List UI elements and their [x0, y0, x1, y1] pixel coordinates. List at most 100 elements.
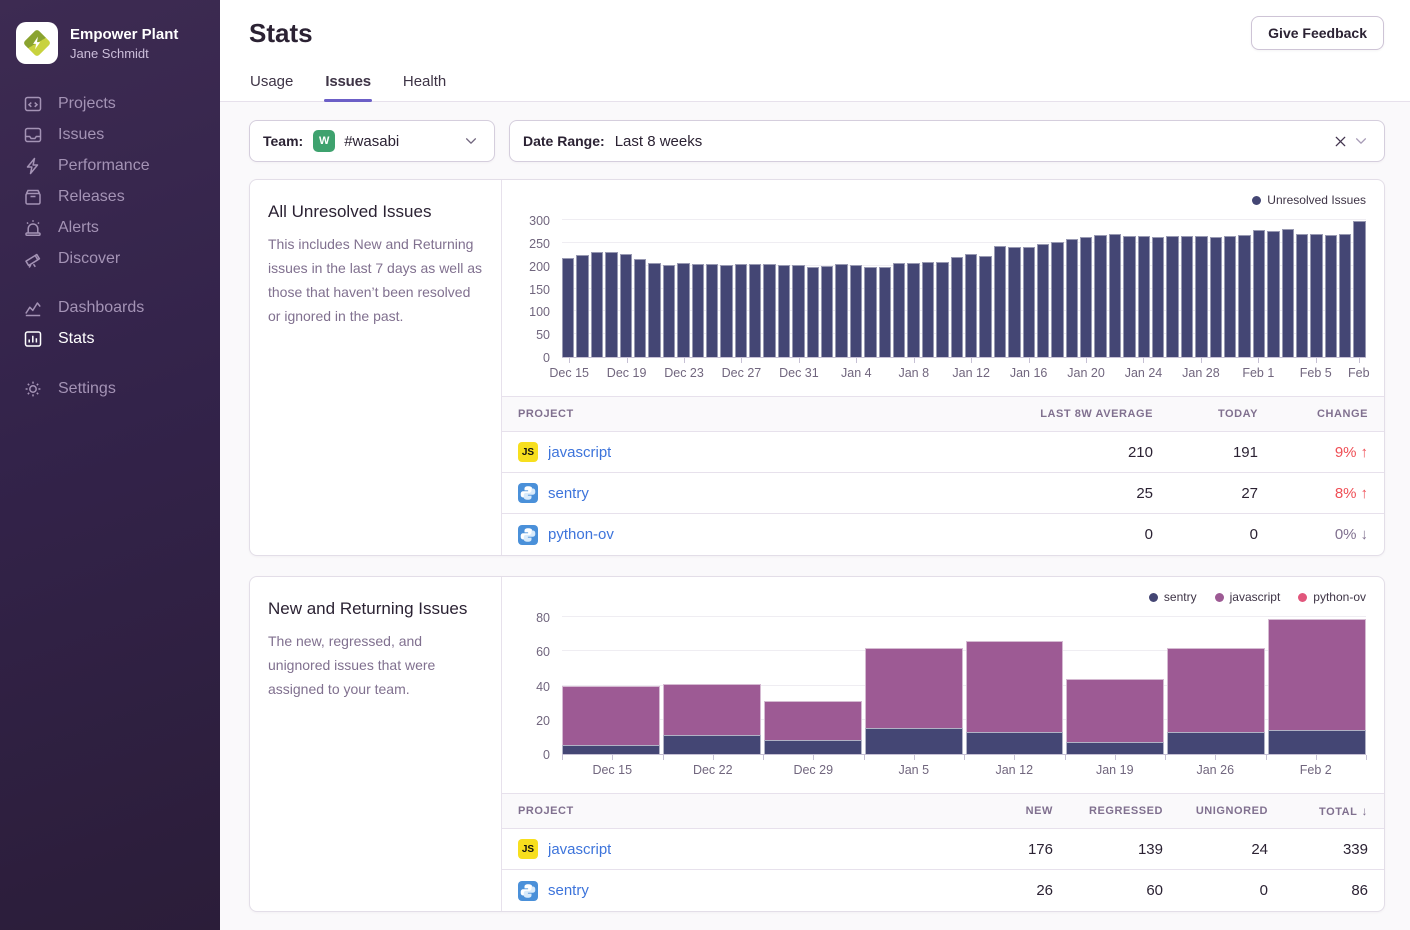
sidebar-item-label: Settings — [58, 380, 116, 398]
sidebar-item-dashboards[interactable]: Dashboards — [0, 292, 220, 323]
x-tick — [562, 755, 563, 760]
x-tick — [1029, 358, 1030, 363]
project-link[interactable]: javascript — [548, 444, 611, 461]
bar — [1166, 236, 1178, 357]
panel-description: This includes New and Returning issues i… — [268, 232, 483, 328]
new-returning-issues-table: PROJECTNEWREGRESSEDUNIGNOREDTOTAL↓JSjava… — [502, 793, 1384, 911]
legend-item[interactable]: Unresolved Issues — [1252, 193, 1366, 207]
tab-issues[interactable]: Issues — [324, 73, 372, 101]
sidebar-item-alerts[interactable]: Alerts — [0, 212, 220, 243]
project-link[interactable]: sentry — [548, 485, 589, 502]
date-range-value: Last 8 weeks — [615, 133, 703, 150]
x-tick-label: Dec 19 — [607, 366, 647, 380]
project-cell: sentry — [518, 483, 983, 503]
sidebar-item-label: Releases — [58, 188, 125, 206]
bar — [1238, 235, 1250, 357]
team-select[interactable]: Team: W #wasabi — [249, 120, 495, 162]
tab-usage[interactable]: Usage — [249, 73, 294, 101]
column-header[interactable]: TOTAL↓ — [1268, 804, 1368, 818]
bar — [1008, 247, 1020, 357]
sidebar-item-label: Performance — [58, 157, 150, 175]
sidebar-item-issues[interactable]: Issues — [0, 119, 220, 150]
bar-segment-javascript — [764, 701, 862, 740]
x-tick — [1366, 755, 1367, 760]
panel-description-column: New and Returning Issues The new, regres… — [250, 577, 502, 911]
python-platform-icon — [518, 881, 538, 901]
bar — [965, 254, 977, 357]
y-tick-label: 0 — [543, 748, 550, 762]
x-tick — [612, 755, 613, 760]
chart-plot-area — [562, 221, 1366, 358]
sidebar-item-label: Stats — [58, 330, 94, 348]
bar-segment-sentry — [966, 732, 1064, 754]
sidebar-item-discover[interactable]: Discover — [0, 243, 220, 274]
bar — [620, 254, 632, 357]
org-switcher[interactable]: Empower Plant Jane Schmidt — [0, 16, 220, 88]
bar — [1152, 237, 1164, 357]
x-tick — [627, 358, 628, 363]
releases-icon — [22, 186, 44, 208]
date-range-select[interactable]: Date Range: Last 8 weeks — [509, 120, 1385, 162]
sidebar-item-settings[interactable]: Settings — [0, 373, 220, 404]
dashboards-icon — [22, 297, 44, 319]
bar — [1023, 247, 1035, 358]
sidebar-item-releases[interactable]: Releases — [0, 181, 220, 212]
x-tick — [1065, 755, 1066, 760]
stacked-bar — [966, 618, 1064, 754]
sidebar-item-stats[interactable]: Stats — [0, 323, 220, 354]
clear-icon[interactable] — [1330, 131, 1351, 152]
tab-health[interactable]: Health — [402, 73, 447, 101]
tab-bar: Usage Issues Health — [220, 73, 1410, 102]
project-link[interactable]: python-ov — [548, 526, 614, 543]
sidebar-item-label: Discover — [58, 250, 120, 268]
column-header: TODAY — [1153, 408, 1258, 420]
project-link[interactable]: javascript — [548, 841, 611, 858]
bar — [663, 265, 675, 357]
bar-segment-javascript — [663, 684, 761, 735]
x-tick-label: Jan 26 — [1196, 763, 1234, 777]
column-header: PROJECT — [518, 408, 983, 420]
legend-item[interactable]: javascript — [1215, 590, 1281, 604]
change-cell: 0%↓ — [1258, 526, 1368, 543]
bar — [1353, 221, 1365, 357]
bar-segment-javascript — [966, 641, 1064, 732]
x-tick — [856, 358, 857, 363]
legend-item[interactable]: python-ov — [1298, 590, 1366, 604]
sidebar-nav: Projects Issues Performance Releases — [0, 88, 220, 404]
x-tick — [964, 755, 965, 760]
sidebar-item-performance[interactable]: Performance — [0, 150, 220, 181]
bar-segment-javascript — [865, 648, 963, 728]
stacked-bar — [764, 618, 862, 754]
project-link[interactable]: sentry — [548, 882, 589, 899]
value-cell: 0 — [1153, 526, 1258, 543]
value-cell: 0 — [983, 526, 1153, 543]
page-header: Stats Give Feedback — [220, 0, 1410, 50]
x-tick — [971, 358, 972, 363]
projects-icon — [22, 93, 44, 115]
x-tick — [741, 358, 742, 363]
column-header: PROJECT — [518, 805, 953, 817]
x-tick — [864, 755, 865, 760]
x-tick-label: Jan 24 — [1125, 366, 1163, 380]
bar-segment-javascript — [1066, 679, 1164, 742]
arrow-up-icon: ↑ — [1361, 444, 1369, 461]
y-tick-label: 250 — [529, 237, 550, 251]
bar — [648, 263, 660, 357]
bar — [1296, 234, 1308, 357]
legend-item[interactable]: sentry — [1149, 590, 1197, 604]
x-tick — [763, 755, 764, 760]
x-tick — [914, 358, 915, 363]
issues-icon — [22, 124, 44, 146]
x-tick-label: Dec 27 — [722, 366, 762, 380]
value-cell: 210 — [983, 444, 1153, 461]
bar — [677, 263, 689, 357]
sidebar-item-projects[interactable]: Projects — [0, 88, 220, 119]
bar — [864, 267, 876, 357]
bar — [850, 265, 862, 357]
x-axis: Dec 15Dec 22Dec 29Jan 5Jan 12Jan 19Jan 2… — [562, 755, 1366, 783]
bar — [778, 265, 790, 357]
project-cell: python-ov — [518, 525, 983, 545]
change-cell: 9%↑ — [1258, 444, 1368, 461]
give-feedback-button[interactable]: Give Feedback — [1251, 16, 1384, 50]
bar — [1325, 235, 1337, 357]
